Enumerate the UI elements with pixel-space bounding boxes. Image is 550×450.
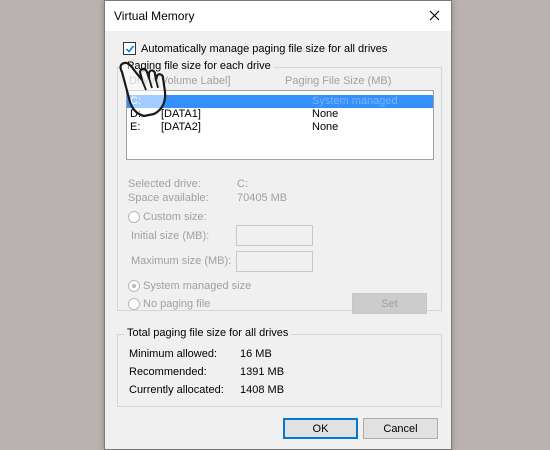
system-managed-label: System managed size <box>143 280 252 292</box>
custom-size-radio[interactable]: Custom size: <box>128 211 207 224</box>
pointing-hand-icon <box>119 61 167 118</box>
maximum-size-label: Maximum size (MB): <box>131 255 232 267</box>
space-available-label: Space available: <box>128 192 209 204</box>
currently-allocated-label: Currently allocated: <box>129 384 224 396</box>
space-available-value: 70405 MB <box>237 192 288 204</box>
no-paging-radio[interactable]: No paging file <box>128 298 211 311</box>
radio-icon <box>128 280 140 293</box>
ok-button[interactable]: OK <box>283 418 358 439</box>
minimum-allowed-label: Minimum allowed: <box>129 348 218 360</box>
radio-icon <box>128 211 140 224</box>
selected-drive-value: C: <box>237 178 248 190</box>
auto-manage-checkbox-row[interactable]: Automatically manage paging file size fo… <box>123 42 387 55</box>
custom-size-label: Custom size: <box>143 211 207 223</box>
list-item[interactable]: E: [DATA2] None <box>127 121 433 134</box>
drive-letter: E: <box>130 121 141 133</box>
set-button[interactable]: Set <box>352 293 427 314</box>
recommended-value: 1391 MB <box>240 366 285 378</box>
currently-allocated-value: 1408 MB <box>240 384 285 396</box>
auto-manage-label: Automatically manage paging file size fo… <box>141 42 388 55</box>
minimum-allowed-value: 16 MB <box>240 348 272 360</box>
maximum-size-input[interactable] <box>236 251 313 272</box>
no-paging-label: No paging file <box>143 298 211 310</box>
drive-size: None <box>312 108 339 120</box>
close-icon <box>429 10 439 20</box>
drive-size: None <box>312 121 339 133</box>
radio-icon <box>128 298 140 311</box>
initial-size-input[interactable] <box>236 225 313 246</box>
recommended-label: Recommended: <box>129 366 207 378</box>
title-bar: Virtual Memory <box>105 1 451 31</box>
auto-manage-checkbox[interactable] <box>123 42 136 55</box>
header-size: Paging File Size (MB) <box>285 75 392 87</box>
system-managed-radio[interactable]: System managed size <box>128 280 252 293</box>
window-title: Virtual Memory <box>114 9 195 23</box>
drive-label: [DATA2] <box>161 121 201 133</box>
totals-group-label: Total paging file size for all drives <box>124 327 292 339</box>
cancel-button[interactable]: Cancel <box>363 418 438 439</box>
drive-size: System managed <box>312 95 398 107</box>
initial-size-label: Initial size (MB): <box>131 230 210 242</box>
checkmark-icon <box>125 45 134 53</box>
close-button[interactable] <box>423 5 445 25</box>
selected-drive-label: Selected drive: <box>128 178 201 190</box>
